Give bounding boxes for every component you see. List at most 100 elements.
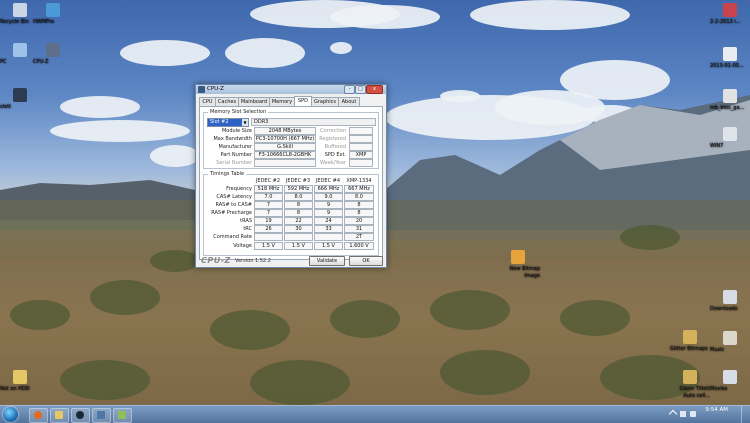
desktop-icon-not-on-hdd[interactable]: Not on HDD — [0, 370, 40, 392]
movies-folder-icon — [723, 370, 737, 384]
timings-cell: 8 — [284, 201, 313, 209]
timings-cell: 7.0 — [254, 193, 283, 201]
part-number-value: F3-10666CL8-2GBHK — [254, 151, 316, 159]
slot-select[interactable]: Slot #2 ▼ — [207, 118, 249, 127]
zip-file-icon — [723, 89, 737, 103]
clock[interactable]: 9:54 AM — [705, 407, 728, 414]
slot-select-value: Slot #2 — [210, 119, 229, 125]
timings-cell: 2T — [344, 233, 374, 241]
taskbar-button-firefox[interactable] — [29, 408, 48, 423]
correction-label: Correction — [320, 128, 346, 134]
timings-column-header: JEDEC #4 — [315, 178, 341, 184]
taskbar: 9:54 AM — [0, 405, 750, 423]
desktop-icon-glitter-bitmaps[interactable]: Glitter Bitmaps — [670, 330, 710, 352]
windows-start-icon[interactable] — [3, 407, 18, 422]
timings-cell: 9 — [314, 209, 343, 217]
week-year-label: Week/Year — [320, 160, 346, 166]
timings-cell: 518 MHz — [254, 185, 283, 193]
tab-mainboard[interactable]: Mainboard — [238, 97, 270, 106]
desktop-icon-win7[interactable]: WIN7 — [710, 127, 750, 149]
tab-graphics[interactable]: Graphics — [311, 97, 339, 106]
app-icon — [118, 411, 126, 419]
timings-cell: 8.0 — [284, 193, 313, 201]
folder-icon — [683, 370, 697, 384]
tab-caches[interactable]: Caches — [215, 97, 239, 106]
system-tray: 9:54 AM — [668, 406, 750, 423]
folder-icon — [13, 88, 27, 102]
timings-cell: 1.5 V — [254, 242, 283, 250]
timings-row-label: Voltage — [233, 243, 252, 249]
window-title: CPU-Z — [207, 86, 224, 92]
desktop-icon-hwmpro[interactable]: HWMPro — [33, 3, 73, 25]
timings-cell: 7 — [254, 209, 283, 217]
module-size-value: 2048 MBytes — [254, 127, 316, 135]
spd-ext-label: SPD Ext. — [324, 152, 346, 158]
timings-cell: 592 MHz — [284, 185, 313, 193]
timings-cell: 1.5 V — [314, 242, 343, 250]
timings-row-label: CAS# Latency — [216, 194, 252, 200]
image-file-icon — [723, 3, 737, 17]
minimize-button[interactable]: - — [344, 85, 355, 94]
taskbar-button-cpuz[interactable] — [92, 408, 111, 423]
taskbar-button-steam[interactable] — [71, 408, 90, 423]
maximize-button[interactable]: □ — [355, 85, 366, 94]
desktop-icon-image-file[interactable]: 2-2-2013 i... — [710, 3, 750, 25]
desktop-icon-slett[interactable]: slett — [0, 88, 40, 110]
cpuz-taskbar-icon — [97, 411, 105, 419]
max-bandwidth-label: Max Bandwidth — [213, 136, 252, 142]
tab-about[interactable]: About — [338, 97, 360, 106]
bitmap-icon — [511, 250, 525, 264]
serial-number-label: Serial Number — [216, 160, 252, 166]
timings-cell: 22 — [284, 217, 313, 225]
serial-number-value — [254, 159, 316, 167]
desktop-icon-downloads[interactable]: Downloads — [710, 290, 750, 312]
desktop-icon-zip[interactable]: mb_bios_ga... — [710, 89, 750, 111]
close-button[interactable]: x — [366, 85, 383, 94]
cpuz-icon — [46, 43, 60, 57]
desktop-icon-movies[interactable]: Movies — [710, 370, 750, 392]
tray-arrow-icon[interactable] — [668, 409, 678, 419]
spd-panel: Memory Slot Selection Slot #2 ▼ DDR3 Mod… — [199, 106, 383, 260]
timings-row-label: tRAS — [240, 218, 252, 224]
folder-icon — [13, 370, 27, 384]
tab-memory[interactable]: Memory — [269, 97, 295, 106]
desktop-icon-music[interactable]: Music — [710, 331, 750, 353]
timings-column-header: JEDEC #3 — [285, 178, 311, 184]
taskbar-button-explorer[interactable] — [50, 408, 69, 423]
desktop-icon-document[interactable]: 2013-01-05... — [710, 47, 750, 69]
timings-cell: 9 — [314, 201, 343, 209]
manufacturer-label: Manufacturer — [218, 144, 253, 150]
cpuz-titlebar[interactable]: CPU-Z - □ x — [196, 85, 386, 94]
network-icon[interactable] — [680, 411, 686, 417]
module-size-label: Module Size — [221, 128, 252, 134]
ok-button[interactable]: OK — [349, 256, 383, 266]
tab-cpu[interactable]: CPU — [199, 97, 216, 106]
explorer-icon — [55, 411, 63, 419]
document-icon — [723, 47, 737, 61]
validate-button[interactable]: Validate — [309, 256, 345, 266]
timings-cell: 8.0 — [344, 193, 374, 201]
folder-icon — [683, 330, 697, 344]
hwmonitor-icon — [46, 3, 60, 17]
cpuz-window: CPU-Z - □ x CPU Caches Mainboard Memory … — [195, 84, 387, 268]
volume-icon[interactable] — [690, 411, 696, 417]
taskbar-button-app[interactable] — [113, 408, 132, 423]
desktop-icon-glenn-tillett[interactable]: Glenn Tillett Auto cell... — [670, 370, 710, 399]
timings-cell: 19 — [254, 217, 283, 225]
timings-group: Timings Table JEDEC #2 JEDEC #3 JEDEC #4… — [203, 171, 379, 256]
timings-row-label: RAS# to CAS# — [215, 202, 252, 208]
desktop-icon-cpuz[interactable]: CPU-Z — [33, 43, 73, 65]
desktop-icon-new-bitmap[interactable]: New Bitmap Image — [496, 250, 540, 279]
recycle-bin-icon — [13, 3, 27, 17]
timings-cell: 1.5 V — [284, 242, 313, 250]
show-desktop-button[interactable] — [741, 406, 750, 423]
buffered-value — [349, 143, 373, 151]
timings-column-header: XMP-1334 — [346, 178, 372, 184]
timings-cell: 9.0 — [314, 193, 343, 201]
timings-row-label: Command Rate — [213, 234, 252, 240]
disc-icon — [723, 127, 737, 141]
timings-cell — [284, 233, 313, 241]
chevron-down-icon: ▼ — [242, 119, 248, 126]
timings-cell: 667 MHz — [344, 185, 374, 193]
timings-cell — [254, 233, 283, 241]
